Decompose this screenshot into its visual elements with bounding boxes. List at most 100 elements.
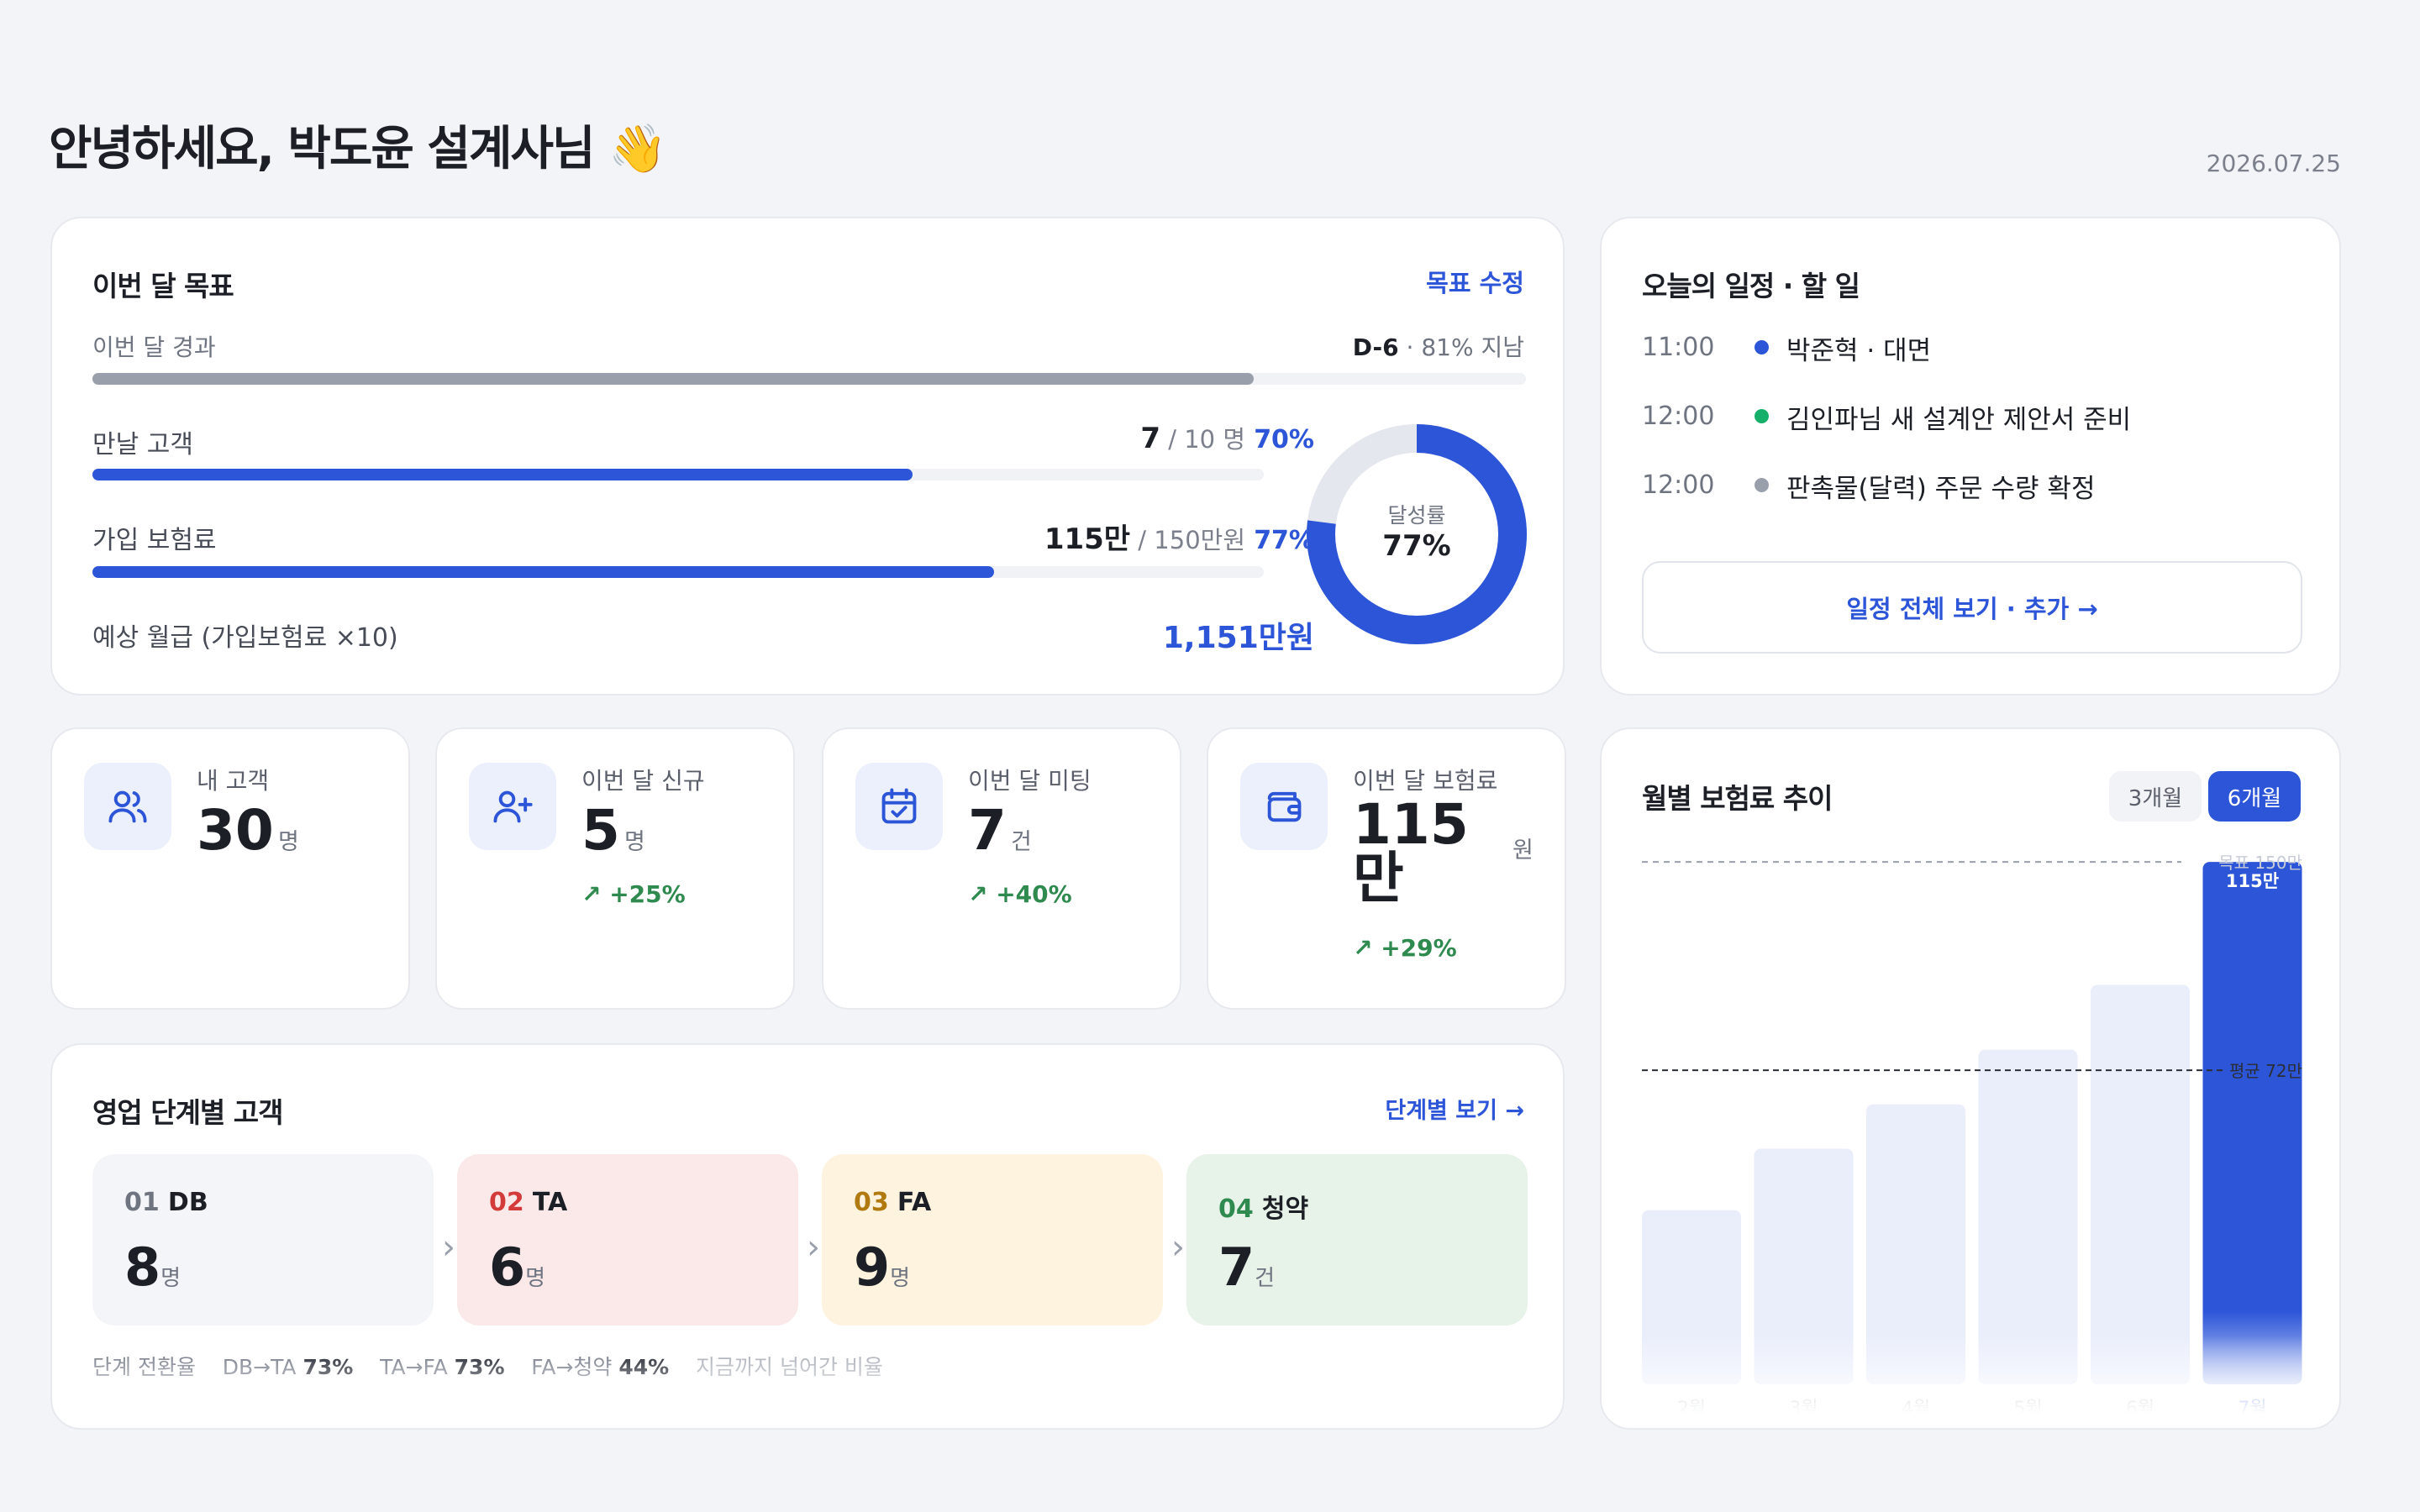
stage-number: 04 xyxy=(1218,1194,1254,1224)
schedule-text: 박준혁 · 대면 xyxy=(1786,336,1932,366)
elapsed-percent: · 81% 지남 xyxy=(1398,333,1524,361)
stat-unit: 원 xyxy=(1512,837,1534,864)
schedule-item[interactable]: 12:00 김인파님 새 설계안 제안서 준비 xyxy=(1642,402,2297,444)
view-all-schedule-button[interactable]: 일정 전체 보기 · 추가 → xyxy=(1642,561,2302,654)
stat-value-group: 5 명 xyxy=(581,798,645,863)
stage-box[interactable]: 02 TA 6명 xyxy=(457,1154,798,1326)
chart-bar xyxy=(1754,1148,1854,1384)
monthly-goal-card: 이번 달 목표 목표 수정 이번 달 경과 D-6 · 81% 지남 만날 고객… xyxy=(50,217,1565,696)
schedule-text: 판촉물(달력) 주문 수량 확정 xyxy=(1786,474,2096,504)
conversion-item-label: TA→FA xyxy=(380,1355,448,1379)
stage-unit: 명 xyxy=(525,1266,546,1291)
stage-number: 03 xyxy=(854,1188,889,1217)
stage-count: 8명 xyxy=(124,1236,181,1298)
donut-label: 달성률 xyxy=(1387,503,1446,528)
view-stages-link[interactable]: 단계별 보기 → xyxy=(1385,1092,1524,1125)
chart-bar-value-label: 115만 xyxy=(2226,871,2279,891)
stat-value-suffix: 만 xyxy=(1353,846,1404,911)
conversion-item-value: 73% xyxy=(302,1355,354,1379)
chevron-right-icon: › xyxy=(1171,1228,1185,1267)
clients-value: 7 xyxy=(1140,422,1160,455)
users-icon xyxy=(84,763,171,850)
stat-value-group: 30 명 xyxy=(197,798,299,863)
stat-value-group: 115 만 xyxy=(1353,797,1469,911)
stage-unit: 명 xyxy=(160,1266,182,1291)
chart-x-label: 4월 xyxy=(1902,1399,1930,1420)
stage-number: 02 xyxy=(489,1188,524,1217)
chart-bar xyxy=(2091,984,2190,1384)
chevron-right-icon: › xyxy=(807,1228,820,1267)
stage-value: 8 xyxy=(124,1236,161,1298)
stage-name: FA xyxy=(897,1188,932,1217)
schedule-dot xyxy=(1754,409,1769,423)
schedule-item[interactable]: 11:00 박준혁 · 대면 xyxy=(1642,333,2297,375)
chart-bar xyxy=(1642,1210,1741,1384)
dday-badge: D-6 xyxy=(1352,333,1399,361)
stage-header: 04 청약 xyxy=(1218,1188,1308,1225)
chart-x-label: 5월 xyxy=(2013,1399,2042,1420)
donut-value: 77% xyxy=(1382,529,1451,563)
stage-unit: 건 xyxy=(1255,1266,1276,1291)
conversion-item-label: FA→청약 xyxy=(531,1355,613,1379)
premium-value: 115만 xyxy=(1044,522,1131,556)
clients-stat: 7 / 10 명 70% xyxy=(1094,420,1314,455)
schedule-title: 오늘의 일정 · 할 일 xyxy=(1642,270,1860,302)
stage-header: 02 TA xyxy=(489,1188,567,1217)
chevron-right-icon: › xyxy=(442,1228,455,1267)
stat-label: 이번 달 미팅 xyxy=(968,767,1092,795)
clients-target: / 10 명 xyxy=(1160,425,1246,454)
schedule-dot xyxy=(1754,478,1769,492)
clients-track xyxy=(92,469,1264,480)
conversion-item-value: 44% xyxy=(618,1355,670,1379)
stage-box[interactable]: 03 FA 9명 xyxy=(822,1154,1163,1326)
stat-card-meetings[interactable]: 이번 달 미팅 7 건 ↗ +40% xyxy=(822,727,1181,1010)
greeting-title: 안녕하세요, 박도윤 설계사님 👋 xyxy=(49,122,667,176)
wallet-icon xyxy=(1240,763,1328,850)
stage-count: 6명 xyxy=(489,1236,545,1298)
premium-target: / 150만원 xyxy=(1130,526,1246,554)
stat-label: 내 고객 xyxy=(197,767,270,795)
schedule-dot xyxy=(1754,340,1769,354)
stage-value: 6 xyxy=(489,1236,526,1298)
clients-fill xyxy=(92,469,913,480)
chart-x-label: 2월 xyxy=(1677,1399,1706,1420)
achievement-donut: 달성률 77% xyxy=(1304,422,1529,647)
stat-delta: ↗ +29% xyxy=(1353,934,1457,962)
edit-goal-link[interactable]: 목표 수정 xyxy=(1426,264,1524,299)
calendar-check-icon xyxy=(855,763,943,850)
user-plus-icon xyxy=(469,763,556,850)
stat-delta: ↗ +25% xyxy=(581,880,686,908)
premium-track xyxy=(92,566,1264,578)
stage-unit: 명 xyxy=(890,1266,911,1291)
stat-unit: 건 xyxy=(1011,829,1032,855)
stage-name: 청약 xyxy=(1261,1194,1309,1224)
elapsed-label: 이번 달 경과 xyxy=(92,333,216,361)
stat-label: 이번 달 신규 xyxy=(581,767,705,795)
elapsed-fill xyxy=(92,373,1254,385)
goal-card-title: 이번 달 목표 xyxy=(92,270,234,302)
stage-box[interactable]: 01 DB 8명 xyxy=(92,1154,434,1326)
conversion-item-value: 73% xyxy=(454,1355,505,1379)
stage-count: 9명 xyxy=(854,1236,910,1298)
stat-card-new-clients[interactable]: 이번 달 신규 5 명 ↗ +25% xyxy=(435,727,795,1010)
salary-label: 예상 월급 (가입보험료 ×10) xyxy=(92,623,398,653)
premium-fill xyxy=(92,566,995,578)
monthly-premium-trend-card: 월별 보험료 추이 3개월 6개월 2월 3월 4월 5월 6월 7월 115만 목표 150… xyxy=(1600,727,2341,1430)
average-line-label: 평균 72만 xyxy=(2229,1061,2302,1081)
stat-value: 7 xyxy=(968,798,1007,863)
stage-value: 7 xyxy=(1218,1236,1255,1298)
stat-value: 5 xyxy=(581,798,620,863)
elapsed-track xyxy=(92,373,1526,385)
stat-card-premium[interactable]: 이번 달 보험료 115 만 원 ↗ +29% xyxy=(1207,727,1566,1010)
premium-label: 가입 보험료 xyxy=(92,526,217,555)
stage-box[interactable]: 04 청약 7건 xyxy=(1186,1154,1528,1326)
stage-count: 7건 xyxy=(1218,1236,1275,1298)
goal-line-label: 목표 150만 xyxy=(2218,853,2302,873)
stat-delta: ↗ +40% xyxy=(968,880,1072,908)
schedule-item[interactable]: 12:00 판촉물(달력) 주문 수량 확정 xyxy=(1642,470,2297,512)
schedule-time: 11:00 xyxy=(1642,333,1715,362)
stat-card-clients[interactable]: 내 고객 30 명 xyxy=(50,727,410,1010)
stage-name: DB xyxy=(167,1188,208,1217)
conversion-note: 지금까지 넘어간 비율 xyxy=(696,1355,883,1379)
schedule-time: 12:00 xyxy=(1642,470,1715,500)
